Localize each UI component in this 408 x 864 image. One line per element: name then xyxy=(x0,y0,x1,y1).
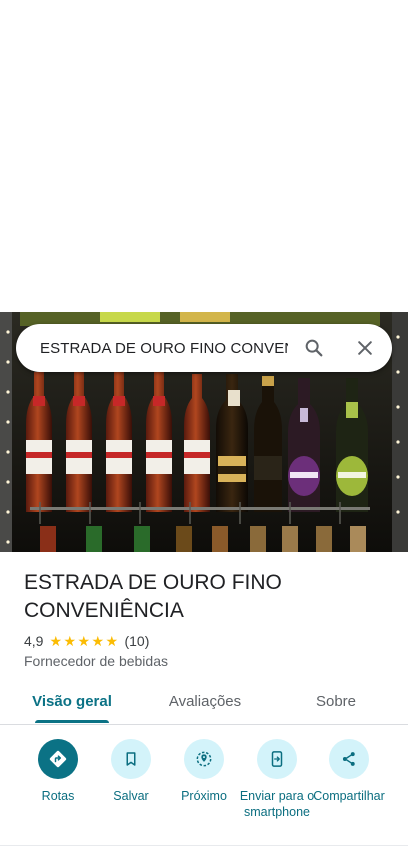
close-icon xyxy=(358,341,372,355)
place-title: ESTRADA DE OURO FINO CONVENIÊNCIA xyxy=(24,571,282,622)
rating-value: 4,9 xyxy=(24,633,44,649)
send-to-phone-label: Enviar para o smartphone xyxy=(239,789,315,819)
search-icon xyxy=(305,339,323,357)
star-icon: ★ xyxy=(77,633,91,649)
tab-about[interactable]: Sobre xyxy=(296,683,376,721)
map-area[interactable] xyxy=(0,0,408,312)
search-button[interactable] xyxy=(298,332,330,364)
save-label: Salvar xyxy=(113,789,149,803)
bookmark-icon xyxy=(126,752,136,766)
share-label: Compartilhar xyxy=(313,789,385,803)
nearby-icon xyxy=(196,751,212,767)
star-icon: ★ xyxy=(49,633,63,649)
tab-reviews[interactable]: Avaliações xyxy=(150,683,260,721)
star-icon: ★ xyxy=(63,633,77,649)
search-query[interactable]: ESTRADA DE OURO FINO CONVENIÊNCIA xyxy=(40,340,288,357)
rating-stars: ★ ★ ★ ★ ★ xyxy=(49,634,119,648)
directions-label: Rotas xyxy=(41,789,75,803)
save-button[interactable]: Salvar xyxy=(92,739,170,804)
share-button[interactable]: Compartilhar xyxy=(310,739,388,804)
star-icon: ★ xyxy=(91,633,105,649)
nearby-button[interactable]: Próximo xyxy=(165,739,243,804)
search-bar[interactable]: ESTRADA DE OURO FINO CONVENIÊNCIA xyxy=(16,324,392,372)
tab-overview[interactable]: Visão geral xyxy=(22,683,122,721)
rating-row[interactable]: 4,9 ★ ★ ★ ★ ★ (10) xyxy=(24,632,149,650)
place-tabs: Visão geral Avaliações Sobre xyxy=(0,683,408,725)
star-icon: ★ xyxy=(105,633,119,649)
send-to-phone-icon xyxy=(271,751,283,767)
active-tab-indicator xyxy=(35,720,109,723)
divider xyxy=(0,845,408,846)
place-category: Fornecedor de bebidas xyxy=(24,653,168,669)
clear-search-button[interactable] xyxy=(349,332,381,364)
review-count: (10) xyxy=(124,633,150,649)
send-to-phone-button[interactable]: Enviar para o smartphone xyxy=(238,739,316,820)
nearby-label: Próximo xyxy=(181,789,227,803)
directions-button[interactable]: Rotas xyxy=(19,739,97,804)
share-icon xyxy=(342,752,355,766)
directions-icon xyxy=(49,750,67,768)
